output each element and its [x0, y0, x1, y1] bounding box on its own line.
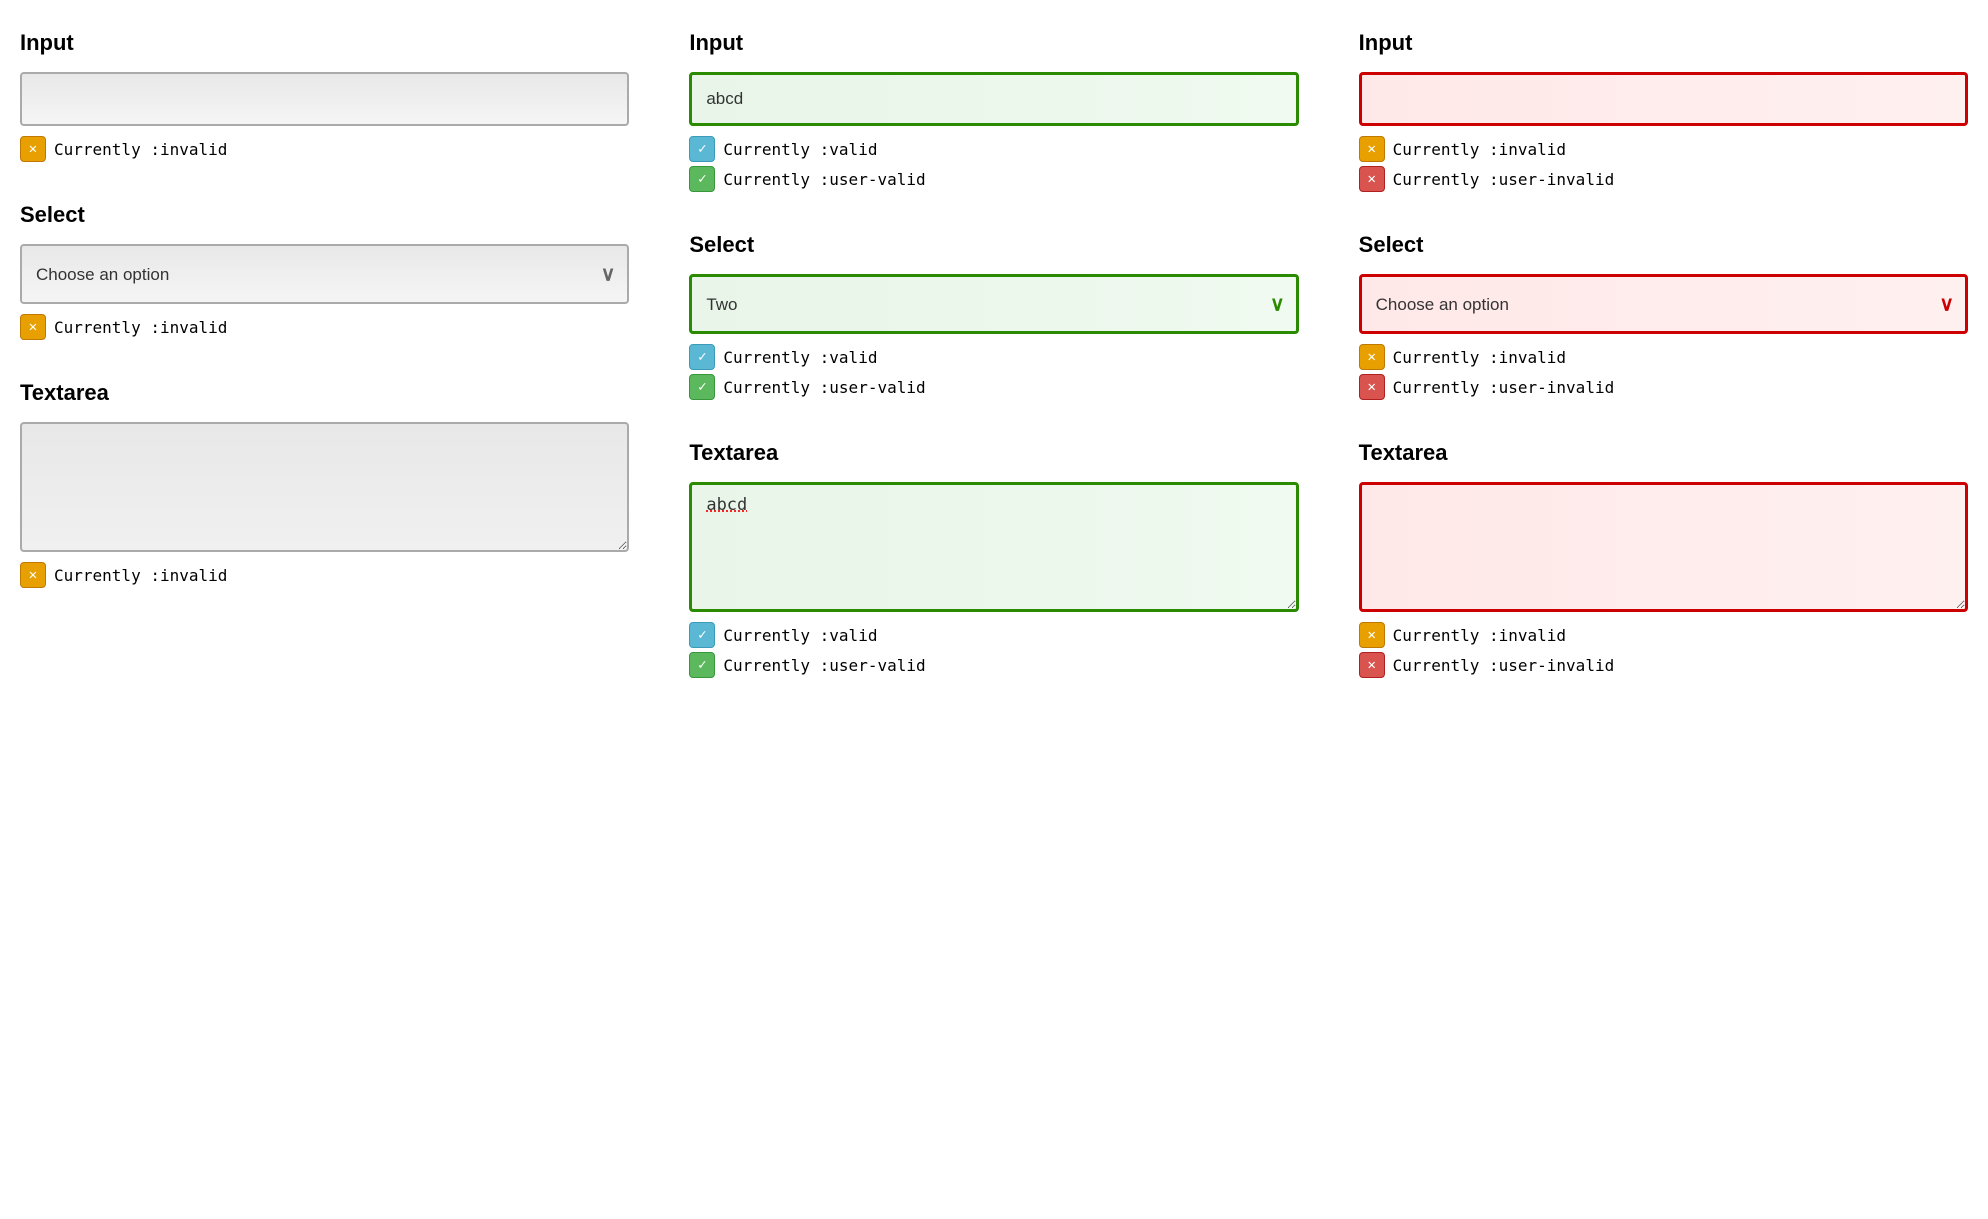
section-title-valid-select: Select [689, 232, 1298, 258]
status-badge-orange: ✕ [1359, 344, 1385, 370]
section-title-default-textarea: Textarea [20, 380, 629, 406]
status-text: Currently :invalid [54, 566, 227, 585]
section-title-invalid-textarea: Textarea [1359, 440, 1968, 466]
section-title-default-input: Input [20, 30, 629, 56]
status-badge-red: ✕ [1359, 166, 1385, 192]
status-badge-orange: ✕ [1359, 136, 1385, 162]
status-item: ✕ Currently :invalid [20, 136, 629, 162]
status-badge-red: ✕ [1359, 374, 1385, 400]
status-item: ✓ Currently :user-valid [689, 374, 1298, 400]
status-item: ✓ Currently :valid [689, 136, 1298, 162]
status-item: ✓ Currently :valid [689, 344, 1298, 370]
cell-valid-textarea: Textarea ✓ Currently :valid ✓ Currently :use… [689, 440, 1298, 678]
section-title-valid-textarea: Textarea [689, 440, 1298, 466]
select-wrapper-valid: Choose an optionOneTwoThree∨ [689, 274, 1298, 334]
column-invalid: Input ✕ Currently :invalid ✕ Currently :user… [1359, 30, 1968, 678]
cell-invalid-textarea: Textarea ✕ Currently :invalid ✕ Currently :u… [1359, 440, 1968, 678]
status-text: Currently :user-valid [723, 170, 925, 189]
select-wrapper-default: Choose an optionOneTwoThree∨ [20, 244, 629, 304]
status-text: Currently :invalid [1393, 626, 1566, 645]
status-badge-green: ✓ [689, 166, 715, 192]
status-badge-blue: ✓ [689, 344, 715, 370]
status-text: Currently :user-invalid [1393, 656, 1615, 675]
status-badge-orange: ✕ [1359, 622, 1385, 648]
section-title-default-select: Select [20, 202, 629, 228]
status-badge-green: ✓ [689, 652, 715, 678]
input-default[interactable] [20, 72, 629, 126]
select-wrapper-invalid: Choose an optionOneTwoThree∨ [1359, 274, 1968, 334]
status-badge-orange: ✕ [20, 314, 46, 340]
cell-default-textarea: Textarea ✕ Currently :invalid [20, 380, 629, 588]
select-default[interactable]: Choose an optionOneTwoThree [20, 244, 629, 304]
status-badge-green: ✓ [689, 374, 715, 400]
status-item: ✓ Currently :valid [689, 622, 1298, 648]
cell-valid-select: Select Choose an optionOneTwoThree∨ ✓ Curre… [689, 232, 1298, 400]
cell-default-input: Input ✕ Currently :invalid [20, 30, 629, 162]
status-text: Currently :invalid [54, 140, 227, 159]
status-text: Currently :user-invalid [1393, 170, 1615, 189]
status-item: ✕ Currently :user-invalid [1359, 652, 1968, 678]
column-default: Input ✕ Currently :invalid Select Choose an … [20, 30, 629, 678]
status-text: Currently :invalid [1393, 140, 1566, 159]
textarea-valid[interactable] [689, 482, 1298, 612]
status-list-valid-textarea: ✓ Currently :valid ✓ Currently :user-valid [689, 622, 1298, 678]
input-valid[interactable] [689, 72, 1298, 126]
status-list-invalid-textarea: ✕ Currently :invalid ✕ Currently :user-inva… [1359, 622, 1968, 678]
select-invalid[interactable]: Choose an optionOneTwoThree [1359, 274, 1968, 334]
status-item: ✕ Currently :user-invalid [1359, 166, 1968, 192]
cell-valid-input: Input ✓ Currently :valid ✓ Currently :user-v… [689, 30, 1298, 192]
status-text: Currently :user-valid [723, 378, 925, 397]
textarea-default[interactable] [20, 422, 629, 552]
status-item: ✕ Currently :invalid [20, 562, 629, 588]
status-list-default-textarea: ✕ Currently :invalid [20, 562, 629, 588]
status-badge-red: ✕ [1359, 652, 1385, 678]
status-text: Currently :user-invalid [1393, 378, 1615, 397]
status-item: ✕ Currently :user-invalid [1359, 374, 1968, 400]
status-item: ✕ Currently :invalid [1359, 622, 1968, 648]
status-text: Currently :valid [723, 140, 877, 159]
status-item: ✕ Currently :invalid [1359, 136, 1968, 162]
status-text: Currently :invalid [54, 318, 227, 337]
status-list-valid-select: ✓ Currently :valid ✓ Currently :user-valid [689, 344, 1298, 400]
status-list-default-input: ✕ Currently :invalid [20, 136, 629, 162]
status-item: ✓ Currently :user-valid [689, 652, 1298, 678]
status-badge-blue: ✓ [689, 136, 715, 162]
status-text: Currently :user-valid [723, 656, 925, 675]
status-item: ✓ Currently :user-valid [689, 166, 1298, 192]
section-title-invalid-input: Input [1359, 30, 1968, 56]
textarea-invalid[interactable] [1359, 482, 1968, 612]
main-grid: Input ✕ Currently :invalid Select Choose an … [20, 30, 1968, 678]
status-text: Currently :invalid [1393, 348, 1566, 367]
status-list-invalid-input: ✕ Currently :invalid ✕ Currently :user-inva… [1359, 136, 1968, 192]
column-valid: Input ✓ Currently :valid ✓ Currently :user-v… [689, 30, 1298, 678]
section-title-valid-input: Input [689, 30, 1298, 56]
status-list-valid-input: ✓ Currently :valid ✓ Currently :user-valid [689, 136, 1298, 192]
cell-invalid-select: Select Choose an optionOneTwoThree∨ ✕ Curre… [1359, 232, 1968, 400]
status-list-default-select: ✕ Currently :invalid [20, 314, 629, 340]
status-badge-blue: ✓ [689, 622, 715, 648]
select-valid[interactable]: Choose an optionOneTwoThree [689, 274, 1298, 334]
cell-default-select: Select Choose an optionOneTwoThree∨ ✕ Curre… [20, 202, 629, 340]
status-list-invalid-select: ✕ Currently :invalid ✕ Currently :user-inva… [1359, 344, 1968, 400]
status-text: Currently :valid [723, 348, 877, 367]
status-badge-orange: ✕ [20, 136, 46, 162]
section-title-invalid-select: Select [1359, 232, 1968, 258]
status-badge-orange: ✕ [20, 562, 46, 588]
status-text: Currently :valid [723, 626, 877, 645]
cell-invalid-input: Input ✕ Currently :invalid ✕ Currently :user… [1359, 30, 1968, 192]
status-item: ✕ Currently :invalid [20, 314, 629, 340]
status-item: ✕ Currently :invalid [1359, 344, 1968, 370]
input-invalid[interactable] [1359, 72, 1968, 126]
